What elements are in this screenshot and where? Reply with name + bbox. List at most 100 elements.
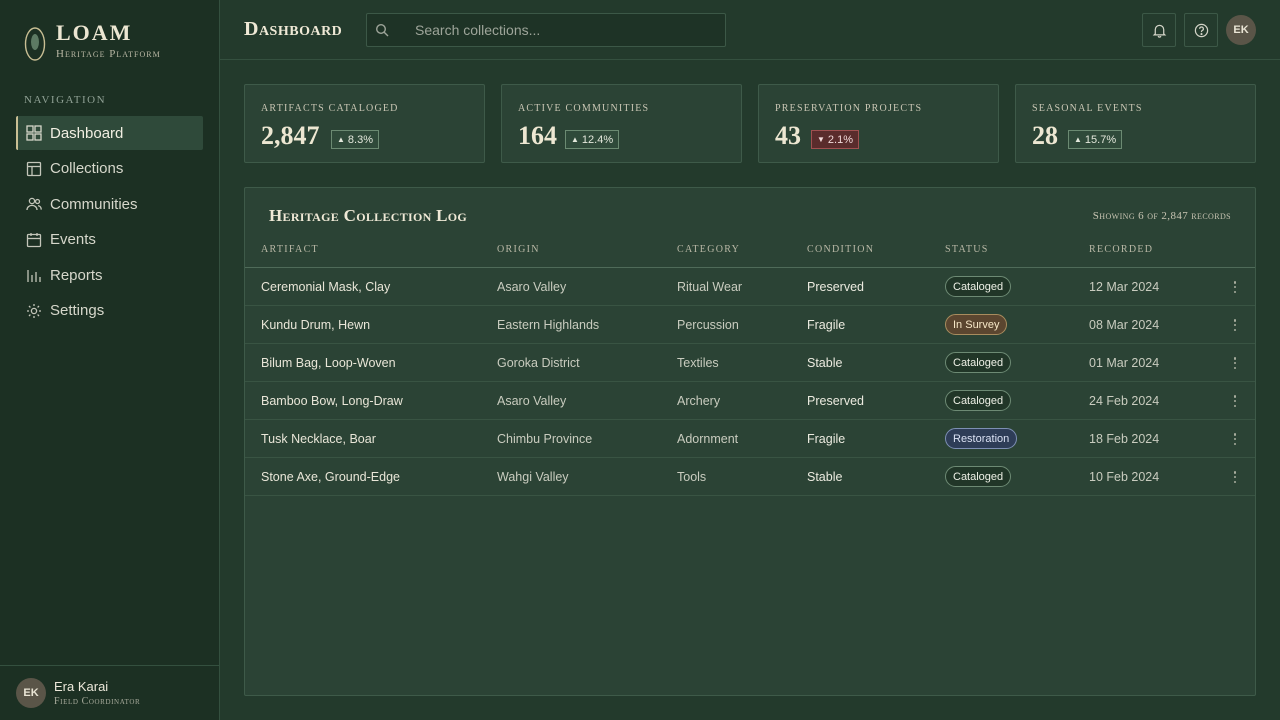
delta-badge-up: ▲ 8.3% <box>331 130 379 149</box>
cell-recorded: 08 Mar 2024 <box>1089 318 1160 332</box>
column-header-origin[interactable]: Origin <box>497 244 540 255</box>
cell-recorded: 24 Feb 2024 <box>1089 394 1160 408</box>
table-row[interactable]: Kundu Drum, Hewn Eastern Highlands Percu… <box>245 306 1255 344</box>
arrow-up-icon: ▲ <box>1074 135 1082 144</box>
sidebar-item-label: Events <box>50 231 96 248</box>
column-header-status[interactable]: Status <box>945 244 989 255</box>
cell-artifact: Kundu Drum, Hewn <box>261 318 371 332</box>
cell-origin: Chimbu Province <box>497 432 593 446</box>
delta-badge-up: ▲ 12.4% <box>565 130 620 149</box>
delta-value: 2.1% <box>827 133 853 146</box>
table-row[interactable]: Stone Axe, Ground-Edge Wahgi Valley Tool… <box>245 458 1255 496</box>
cell-condition: Preserved <box>807 394 864 408</box>
stat-card-communities: Active Communities 164 ▲ 12.4% <box>501 84 742 163</box>
brand-subtitle: Heritage Platform <box>56 48 161 60</box>
row-menu-icon[interactable] <box>1229 431 1241 447</box>
sidebar-item-label: Communities <box>50 195 138 213</box>
sidebar-item-communities[interactable]: Communities <box>16 187 203 221</box>
cell-category: Percussion <box>677 318 739 332</box>
row-menu-icon[interactable] <box>1229 469 1241 485</box>
user-role: Field Coordinator <box>54 696 141 707</box>
stat-card-projects: Preservation Projects 43 ▼ 2.1% <box>758 84 999 163</box>
bell-icon <box>1152 24 1166 38</box>
cell-artifact: Tusk Necklace, Boar <box>261 432 376 446</box>
row-menu-icon[interactable] <box>1229 355 1241 371</box>
status-badge: Cataloged <box>945 352 1012 373</box>
cell-artifact: Stone Axe, Ground-Edge <box>261 470 400 484</box>
column-header-condition[interactable]: Condition <box>807 244 874 255</box>
cell-artifact: Ceremonial Mask, Clay <box>261 280 391 294</box>
cell-category: Tools <box>677 470 707 484</box>
search-box[interactable] <box>366 13 726 47</box>
cell-artifact: Bamboo Bow, Long-Draw <box>261 394 403 408</box>
cell-condition: Preserved <box>807 280 864 294</box>
sidebar-item-label: Settings <box>50 302 105 319</box>
page-title: Dashboard <box>244 18 343 40</box>
row-menu-icon[interactable] <box>1229 279 1241 295</box>
cell-recorded: 01 Mar 2024 <box>1089 356 1160 370</box>
bar-chart-icon <box>27 270 41 282</box>
cell-artifact: Bilum Bag, Loop-Woven <box>261 356 396 370</box>
row-menu-icon[interactable] <box>1229 317 1241 333</box>
delta-badge-up: ▲ 15.7% <box>1068 130 1123 149</box>
arrow-up-icon: ▲ <box>571 135 579 144</box>
sidebar-item-label: Reports <box>50 266 103 284</box>
table-row[interactable]: Tusk Necklace, Boar Chimbu Province Ador… <box>245 420 1255 458</box>
help-icon <box>1194 23 1208 37</box>
sidebar-item-collections[interactable]: Collections <box>16 152 203 186</box>
column-header-artifact[interactable]: Artifact <box>261 244 319 255</box>
arrow-up-icon: ▲ <box>337 135 345 144</box>
sidebar-item-label: Collections <box>50 160 124 177</box>
record-count: Showing 6 of 2,847 records <box>1092 210 1231 222</box>
cell-condition: Fragile <box>807 432 846 446</box>
cell-origin: Wahgi Valley <box>497 470 569 484</box>
cell-category: Textiles <box>677 356 719 370</box>
sidebar: LOAM Heritage Platform Navigation Dashbo… <box>0 0 220 720</box>
user-profile[interactable]: EK Era Karai Field Coordinator <box>0 665 219 720</box>
cell-origin: Eastern Highlands <box>497 318 600 332</box>
delta-value: 8.3% <box>347 133 373 146</box>
sidebar-item-events[interactable]: Events <box>16 223 203 257</box>
leaf-logo-icon <box>24 27 46 61</box>
cell-category: Adornment <box>677 432 739 446</box>
column-header-recorded[interactable]: Recorded <box>1089 244 1153 255</box>
stat-card-events: Seasonal Events 28 ▲ 15.7% <box>1015 84 1256 163</box>
search-input[interactable] <box>415 22 715 38</box>
stat-value: 2,847 <box>261 121 320 150</box>
row-menu-icon[interactable] <box>1229 393 1241 409</box>
stat-value: 28 <box>1032 121 1058 150</box>
cell-origin: Goroka District <box>497 356 580 370</box>
stat-label: Active Communities <box>518 103 650 114</box>
stat-label: Seasonal Events <box>1032 103 1143 114</box>
cell-condition: Stable <box>807 356 843 370</box>
panel-title: Heritage Collection Log <box>269 206 468 225</box>
header-avatar[interactable]: EK <box>1226 15 1256 45</box>
table-row[interactable]: Ceremonial Mask, Clay Asaro Valley Ritua… <box>245 268 1255 306</box>
cell-category: Ritual Wear <box>677 280 743 294</box>
table-row[interactable]: Bilum Bag, Loop-Woven Goroka District Te… <box>245 344 1255 382</box>
stat-label: Artifacts Cataloged <box>261 103 399 114</box>
column-header-category[interactable]: Category <box>677 244 740 255</box>
table-row[interactable]: Bamboo Bow, Long-Draw Asaro Valley Arche… <box>245 382 1255 420</box>
sidebar-item-label: Dashboard <box>50 124 124 142</box>
cell-category: Archery <box>677 394 721 408</box>
grid-icon <box>26 125 42 141</box>
gear-icon <box>27 303 41 318</box>
arrow-down-icon: ▼ <box>817 135 825 144</box>
status-badge: Cataloged <box>945 276 1012 297</box>
brand[interactable]: LOAM Heritage Platform <box>24 22 161 62</box>
stat-value: 164 <box>518 121 557 150</box>
brand-name: LOAM <box>56 20 133 45</box>
sidebar-item-dashboard[interactable]: Dashboard <box>16 116 203 150</box>
help-button[interactable] <box>1184 13 1218 47</box>
calendar-icon <box>26 232 42 247</box>
sidebar-item-reports[interactable]: Reports <box>16 258 203 292</box>
status-badge: In Survey <box>945 314 1008 335</box>
cell-recorded: 12 Mar 2024 <box>1089 280 1160 294</box>
status-badge: Cataloged <box>945 466 1012 487</box>
notifications-button[interactable] <box>1142 13 1176 47</box>
cell-origin: Asaro Valley <box>497 280 567 294</box>
sidebar-item-settings[interactable]: Settings <box>16 294 203 328</box>
user-name: Era Karai <box>54 679 109 694</box>
table-header: Artifact Origin Category Condition Statu… <box>245 244 1255 268</box>
